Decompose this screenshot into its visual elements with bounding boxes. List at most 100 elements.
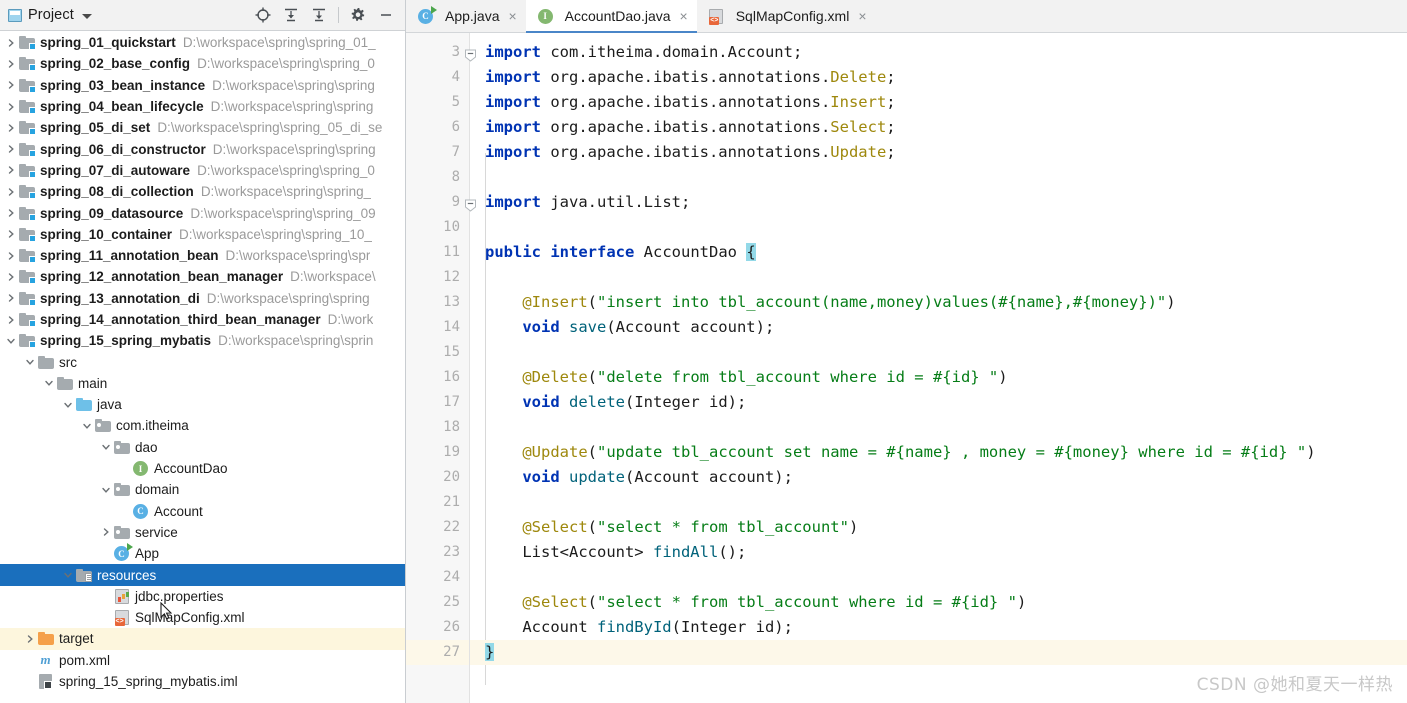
close-icon[interactable]: × <box>508 9 516 23</box>
chevron-down-icon[interactable] <box>61 565 75 586</box>
chevron-right-icon[interactable] <box>99 522 113 543</box>
code-line[interactable] <box>470 565 1407 590</box>
code-line[interactable]: void save(Account account); <box>470 315 1407 340</box>
code-line[interactable]: import java.util.List; <box>470 190 1407 215</box>
tree-row[interactable]: spring_06_di_constructor D:\workspace\spr… <box>0 138 405 159</box>
line-number[interactable]: 3 <box>406 40 476 65</box>
line-number[interactable]: 20 <box>406 465 469 490</box>
tree-row[interactable]: target <box>0 628 405 650</box>
chevron-right-icon[interactable] <box>4 245 18 266</box>
chevron-down-icon[interactable] <box>99 437 113 458</box>
tree-row[interactable]: domain <box>0 479 405 500</box>
line-number[interactable]: 18 <box>406 415 469 440</box>
line-number[interactable]: 4 <box>406 65 469 90</box>
line-number[interactable]: 22 <box>406 515 469 540</box>
tree-row[interactable]: spring_15_spring_mybatis.iml <box>0 671 405 692</box>
line-number[interactable]: 6 <box>406 115 469 140</box>
code-line[interactable] <box>470 265 1407 290</box>
locate-icon[interactable] <box>250 3 276 27</box>
tree-row[interactable]: dao <box>0 437 405 458</box>
line-number[interactable]: 27 <box>406 640 469 665</box>
chevron-down-icon[interactable] <box>99 479 113 500</box>
tree-row[interactable]: spring_03_bean_instance D:\workspace\spri… <box>0 75 405 96</box>
line-number[interactable]: 16 <box>406 365 469 390</box>
tree-row[interactable]: spring_13_annotation_di D:\workspace\spri… <box>0 288 405 309</box>
line-number[interactable]: 14 <box>406 315 469 340</box>
code-line[interactable]: @Select("select * from tbl_account where… <box>470 590 1407 615</box>
chevron-right-icon[interactable] <box>4 117 18 138</box>
line-number[interactable]: 10 <box>406 215 469 240</box>
tree-row[interactable]: spring_15_spring_mybatis D:\workspace\spr… <box>0 330 405 351</box>
chevron-right-icon[interactable] <box>4 160 18 181</box>
code-line[interactable] <box>470 490 1407 515</box>
editor-tab[interactable]: I AccountDao.java × <box>525 0 697 33</box>
line-number[interactable]: 9 <box>406 190 476 215</box>
editor-tab[interactable]: SqlMapConfig.xml × <box>697 0 876 32</box>
chevron-right-icon[interactable] <box>4 139 18 160</box>
line-number[interactable]: 7 <box>406 140 469 165</box>
code-line[interactable]: Account findById(Integer id); <box>470 615 1407 640</box>
chevron-down-icon[interactable] <box>42 373 56 394</box>
line-number[interactable]: 12 <box>406 265 469 290</box>
tree-row[interactable]: spring_08_di_collection D:\workspace\spri… <box>0 181 405 202</box>
gear-icon[interactable] <box>345 3 371 27</box>
editor-tab[interactable]: C App.java × <box>406 0 526 32</box>
close-icon[interactable]: × <box>858 9 866 23</box>
code-line[interactable]: import com.itheima.domain.Account; <box>470 40 1407 65</box>
chevron-right-icon[interactable] <box>4 309 18 330</box>
code-line[interactable]: } <box>470 640 1407 665</box>
chevron-down-icon[interactable] <box>4 330 18 351</box>
chevron-right-icon[interactable] <box>4 75 18 96</box>
tree-row[interactable]: service <box>0 522 405 543</box>
line-number[interactable]: 21 <box>406 490 469 515</box>
chevron-down-icon[interactable] <box>81 13 92 19</box>
code-line[interactable]: @Select("select * from tbl_account") <box>470 515 1407 540</box>
tree-row[interactable]: spring_07_di_autoware D:\workspace\spring… <box>0 160 405 181</box>
chevron-right-icon[interactable] <box>23 628 37 649</box>
tree-row[interactable]: com.itheima <box>0 415 405 436</box>
code-line[interactable] <box>470 415 1407 440</box>
line-number[interactable]: 8 <box>406 165 469 190</box>
code-line[interactable]: List<Account> findAll(); <box>470 540 1407 565</box>
chevron-down-icon[interactable] <box>61 394 75 415</box>
code-line[interactable]: import org.apache.ibatis.annotations.Sel… <box>470 115 1407 140</box>
chevron-right-icon[interactable] <box>4 53 18 74</box>
project-tree[interactable]: spring_01_quickstart D:\workspace\spring\… <box>0 31 405 703</box>
tree-row[interactable]: spring_10_container D:\workspace\spring\s… <box>0 224 405 245</box>
line-number[interactable]: 15 <box>406 340 469 365</box>
code-line[interactable]: import org.apache.ibatis.annotations.Upd… <box>470 140 1407 165</box>
code-line[interactable]: import org.apache.ibatis.annotations.Ins… <box>470 90 1407 115</box>
tree-row[interactable]: spring_14_annotation_third_bean_manager D… <box>0 309 405 330</box>
tree-row[interactable]: main <box>0 373 405 394</box>
project-panel-title-group[interactable]: Project <box>8 7 92 23</box>
tree-row[interactable]: C Account <box>0 501 405 522</box>
line-number[interactable]: 25 <box>406 590 469 615</box>
line-number[interactable]: 5 <box>406 90 469 115</box>
tree-row[interactable]: src <box>0 351 405 372</box>
code-line[interactable]: @Insert("insert into tbl_account(name,mo… <box>470 290 1407 315</box>
line-number[interactable]: 26 <box>406 615 469 640</box>
tree-row[interactable]: SqlMapConfig.xml <box>0 607 405 628</box>
close-icon[interactable]: × <box>680 9 688 23</box>
tree-row[interactable]: C App <box>0 543 405 564</box>
line-number[interactable]: 11 <box>406 240 469 265</box>
chevron-right-icon[interactable] <box>4 266 18 287</box>
tree-row[interactable]: spring_09_datasource D:\workspace\spring\… <box>0 202 405 223</box>
chevron-right-icon[interactable] <box>4 288 18 309</box>
editor-gutter[interactable]: 3 4 5 6 7 8 9 10 11 12 13 14 15 16 17 18 19 20 21 22 23 24 25 2… <box>406 33 476 703</box>
line-number[interactable]: 23 <box>406 540 469 565</box>
chevron-right-icon[interactable] <box>4 181 18 202</box>
line-number[interactable]: 17 <box>406 390 469 415</box>
code-line[interactable]: void update(Account account); <box>470 465 1407 490</box>
editor-text[interactable]: import com.itheima.domain.Account; import… <box>470 33 1407 703</box>
chevron-right-icon[interactable] <box>4 224 18 245</box>
chevron-down-icon[interactable] <box>80 415 94 436</box>
chevron-right-icon[interactable] <box>4 32 18 53</box>
tree-row[interactable]: I AccountDao <box>0 458 405 479</box>
code-line[interactable] <box>470 215 1407 240</box>
code-line[interactable]: void delete(Integer id); <box>470 390 1407 415</box>
tree-row[interactable]: spring_02_base_config D:\workspace\spring… <box>0 53 405 74</box>
tree-row[interactable]: jdbc.properties <box>0 586 405 607</box>
tree-row[interactable]: spring_04_bean_lifecycle D:\workspace\spr… <box>0 96 405 117</box>
minimize-icon[interactable] <box>373 3 399 27</box>
